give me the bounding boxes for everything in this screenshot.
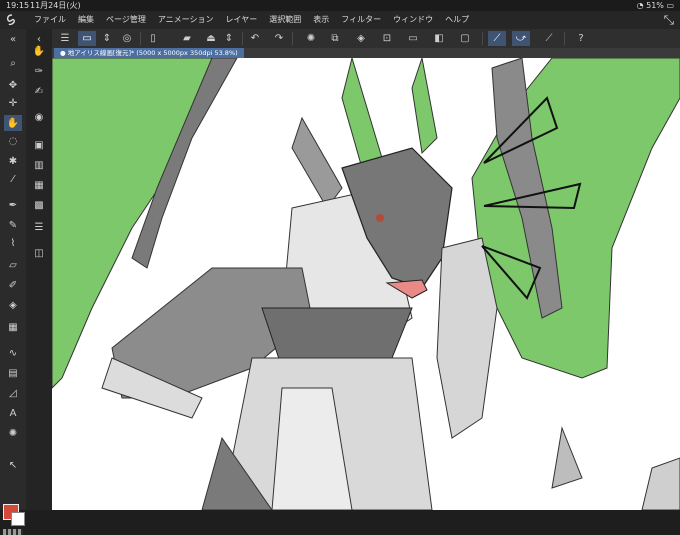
select-all-icon[interactable]: ▭ [404, 31, 422, 46]
open-file-icon[interactable]: ▰ [178, 31, 196, 46]
menu-filter[interactable]: フィルター [341, 11, 381, 29]
menu-items: ファイル 編集 ページ管理 アニメーション レイヤー 選択範囲 表示 フィルター… [34, 11, 469, 29]
status-right: ◔ 51% ▭ [637, 0, 674, 11]
layers-icon[interactable]: ◫ [30, 245, 48, 261]
new-file-icon[interactable]: ▯ [144, 31, 162, 46]
menu-selection[interactable]: 選択範囲 [269, 11, 301, 29]
lasso-icon[interactable]: ◌ [4, 133, 22, 149]
save-icon[interactable]: ⏏ [202, 31, 220, 46]
pen-nib-icon[interactable]: ✑ [30, 63, 48, 79]
palm-icon[interactable]: ✋ [30, 43, 48, 59]
frame-icon[interactable]: ▤ [4, 365, 22, 381]
command-bar: ☰ ▭ ⇕ ◎ ▯ ▰ ⏏ ⇕ ↶ ↷ ✺ ⧉ ◈ ⊡ ▭ ◧ ▢ ⟋ ⤻ ⟋ … [52, 29, 680, 48]
eraser-icon[interactable]: ▱ [4, 257, 22, 273]
menu-layer[interactable]: レイヤー [226, 11, 258, 29]
tool-panel: « ⌕ ✥ ✛ ✋ ◌ ✱ ⁄ ✒ ✎ ⌇ ▱ ✐ ◈ ▦ ∿ ▤ ◿ A ✺ … [0, 29, 26, 535]
gradient-icon[interactable]: ▦ [4, 319, 22, 335]
status-time: 19:15 [6, 1, 30, 10]
operation-icon[interactable]: ✛ [4, 95, 22, 111]
ruler-tool-icon[interactable]: ◿ [4, 385, 22, 401]
clear-selection-icon[interactable]: ▢ [456, 31, 474, 46]
brush-tip-icon[interactable]: ✍ [30, 83, 48, 99]
undo-icon[interactable]: ↶ [246, 31, 264, 46]
menu-bar: ファイル 編集 ページ管理 アニメーション レイヤー 選択範囲 表示 フィルター… [0, 11, 680, 29]
history-icon[interactable]: ☰ [30, 219, 48, 235]
stepper-icon-2[interactable]: ⇕ [220, 31, 238, 46]
invert-selection-icon[interactable]: ◧ [430, 31, 448, 46]
color-wheel-icon[interactable]: ▥ [30, 157, 48, 173]
zoom-icon[interactable]: ⌕ [4, 55, 22, 71]
transform-icon[interactable]: ⊡ [378, 31, 396, 46]
toolbar-divider [292, 32, 293, 45]
dragon-artwork [52, 58, 680, 510]
menu-view[interactable]: 表示 [313, 11, 329, 29]
wifi-icon: ◔ [636, 1, 644, 10]
drawing-canvas[interactable] [52, 58, 680, 510]
stabilizer-icon[interactable]: ⟋ [488, 31, 506, 46]
menu-help[interactable]: ヘルプ [445, 11, 469, 29]
move-icon[interactable]: ✥ [4, 77, 22, 93]
view-icon[interactable]: ◎ [118, 31, 136, 46]
layer-property-icon[interactable]: ▣ [30, 137, 48, 153]
redo-icon[interactable]: ↷ [270, 31, 288, 46]
navigator-icon[interactable]: ◉ [30, 109, 48, 125]
snap-icon[interactable]: ⤻ [512, 31, 530, 46]
stepper-icon[interactable]: ⇕ [98, 31, 116, 46]
app-logo-icon[interactable] [6, 14, 18, 26]
menu-file[interactable]: ファイル [34, 11, 66, 29]
status-bar: 19:15 11月24日(火) ◔ 51% ▭ [0, 0, 680, 11]
menu-page-management[interactable]: ページ管理 [106, 11, 146, 29]
toolbar-divider [140, 32, 141, 45]
pen-icon[interactable]: ✒ [4, 197, 22, 213]
color-set-icon[interactable]: ▦ [30, 177, 48, 193]
sub-color-swatch[interactable] [11, 512, 25, 526]
fullscreen-icon[interactable]: ⤡ [664, 12, 674, 30]
pencil-icon[interactable]: ✎ [4, 217, 22, 233]
toolbar-divider [242, 32, 243, 45]
auto-select-icon[interactable]: ✱ [4, 153, 22, 169]
brush-icon[interactable]: ⌇ [4, 235, 22, 251]
copy-icon[interactable]: ⧉ [326, 31, 344, 46]
transparent-color-icon[interactable] [3, 529, 23, 535]
battery-percent: 51% [646, 1, 664, 10]
menu-edit[interactable]: 編集 [78, 11, 94, 29]
fill-bucket-icon[interactable]: ◈ [352, 31, 370, 46]
document-tab-bar: ● 地アイリス線画[復元]* (5000 x 5000px 350dpi 53.… [52, 48, 680, 58]
fill-icon[interactable]: ◈ [4, 297, 22, 313]
battery-icon: ▭ [666, 1, 674, 10]
status-date: 11月24日(火) [30, 1, 81, 10]
material-icon[interactable]: ▩ [30, 197, 48, 213]
help-icon[interactable]: ? [572, 31, 590, 46]
loading-icon[interactable]: ✺ [302, 31, 320, 46]
blend-icon[interactable]: ✐ [4, 277, 22, 293]
correct-line-icon[interactable]: ↖ [4, 457, 22, 473]
eyedropper-icon[interactable]: ⁄ [4, 171, 22, 187]
collapse-icon[interactable]: « [4, 31, 22, 47]
toolbar-divider [482, 32, 483, 45]
ruler-icon[interactable]: ⟋ [540, 31, 558, 46]
menu-animation[interactable]: アニメーション [158, 11, 214, 29]
sub-tool-panel: ‹ ✋ ✑ ✍ ◉ ▣ ▥ ▦ ▩ ☰ ◫ [26, 29, 52, 510]
menu-icon[interactable]: ☰ [56, 31, 74, 46]
new-canvas-icon[interactable]: ▭ [78, 31, 96, 46]
figure-icon[interactable]: ∿ [4, 345, 22, 361]
menu-window[interactable]: ウィンドウ [393, 11, 433, 29]
hand-icon[interactable]: ✋ [4, 115, 22, 131]
toolbar-divider [564, 32, 565, 45]
document-tab[interactable]: ● 地アイリス線画[復元]* (5000 x 5000px 350dpi 53.… [54, 48, 244, 58]
text-icon[interactable]: A [4, 405, 22, 421]
balloon-icon[interactable]: ✺ [4, 425, 22, 441]
